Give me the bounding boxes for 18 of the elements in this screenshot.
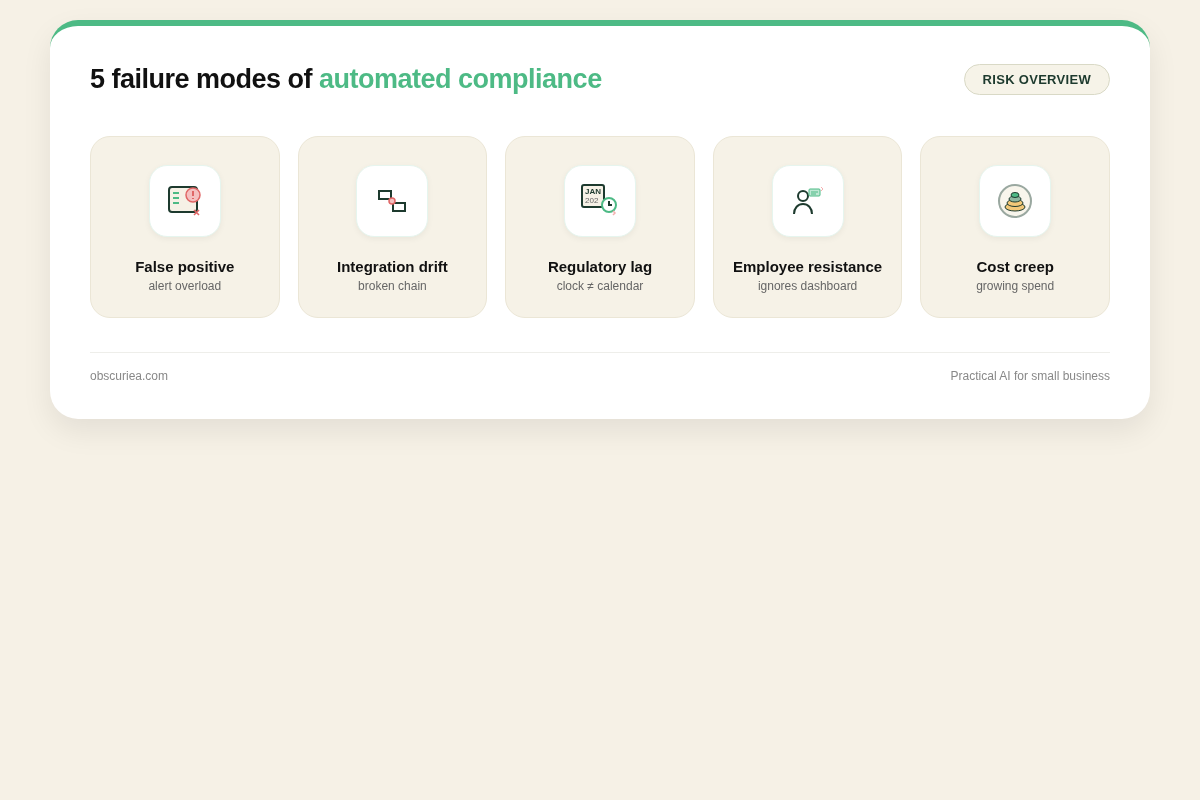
card-subtitle: growing spend (976, 279, 1055, 293)
card-subtitle: alert overload (148, 279, 222, 293)
card-title: Regulatory lag (547, 258, 653, 275)
page-title: 5 failure modes of automated compliance (90, 64, 602, 95)
card-title: Employee resistance (732, 258, 883, 275)
risk-overview-badge: RISK OVERVIEW (963, 64, 1110, 95)
person-chat-icon (790, 186, 825, 216)
card-subtitle: clock ≠ calendar (556, 279, 644, 293)
coin-stack-icon (997, 183, 1034, 219)
card-title: Cost creep (976, 258, 1054, 275)
footer-domain: obscuriea.com (90, 369, 169, 383)
card-title: False positive (135, 258, 235, 275)
card-subtitle: ignores dashboard (757, 279, 858, 293)
alert-card-icon (166, 185, 203, 217)
footer-tagline: Practical AI for small business (950, 369, 1110, 383)
card-title: Integration drift (336, 258, 448, 275)
card-subtitle: broken chain (358, 279, 427, 293)
broken-chain-icon (377, 189, 408, 213)
